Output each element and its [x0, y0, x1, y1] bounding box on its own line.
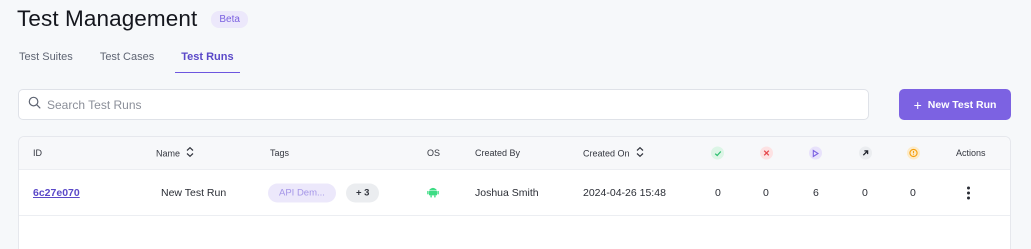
plus-icon: + [913, 96, 922, 113]
column-header-created-by: Created By [475, 148, 521, 158]
column-header-actions: Actions [956, 148, 986, 158]
new-test-run-button[interactable]: + New Test Run [899, 89, 1011, 120]
skipped-count: 0 [862, 187, 868, 199]
passed-status-icon [711, 146, 724, 160]
search-icon [28, 96, 41, 114]
tag-pill[interactable]: API Dem... [268, 183, 336, 203]
beta-badge: Beta [211, 10, 248, 28]
tab-test-runs[interactable]: Test Runs [175, 51, 240, 73]
page-title: Test Management [17, 6, 198, 31]
skipped-status-icon [859, 146, 872, 160]
column-header-name[interactable]: Name [156, 146, 195, 160]
running-status-icon [809, 146, 822, 160]
created-on: 2024-04-26 15:48 [583, 187, 666, 199]
table-header: ID Name Tags OS Created By Created On Ac… [19, 137, 1010, 170]
run-id-link[interactable]: 6c27e070 [33, 187, 80, 199]
sort-icon[interactable] [185, 146, 195, 160]
created-by: Joshua Smith [475, 187, 539, 199]
more-tags-button[interactable]: + 3 [345, 183, 380, 203]
column-header-created-on-label: Created On [583, 148, 630, 158]
column-header-os: OS [427, 148, 441, 158]
failed-count: 0 [763, 187, 769, 199]
sort-icon[interactable] [635, 146, 645, 160]
new-test-run-label: New Test Run [927, 98, 997, 111]
pending-status-icon [907, 146, 920, 160]
test-runs-table: ID Name Tags OS Created By Created On Ac… [18, 136, 1011, 249]
column-header-created-on[interactable]: Created On [583, 146, 645, 160]
search-box [18, 89, 869, 120]
pending-count: 0 [910, 187, 916, 199]
running-count: 6 [813, 187, 819, 199]
tab-test-suites[interactable]: Test Suites [19, 51, 73, 73]
column-header-tags: Tags [270, 148, 290, 158]
run-name: New Test Run [161, 187, 227, 199]
page-header: Test Management Beta [17, 6, 248, 32]
column-header-id: ID [33, 148, 42, 158]
search-input[interactable] [47, 97, 868, 112]
tab-test-cases[interactable]: Test Cases [100, 51, 154, 73]
run-tags: API Dem... + 3 [268, 183, 380, 203]
failed-status-icon [760, 146, 773, 160]
row-actions-menu-icon[interactable] [967, 186, 970, 200]
table-row[interactable]: 6c27e070 New Test Run API Dem... + 3 Jos… [19, 171, 1010, 216]
tab-bar: Test Suites Test Cases Test Runs [19, 51, 267, 73]
column-header-name-label: Name [156, 148, 181, 158]
android-icon [427, 185, 439, 201]
passed-count: 0 [715, 187, 721, 199]
